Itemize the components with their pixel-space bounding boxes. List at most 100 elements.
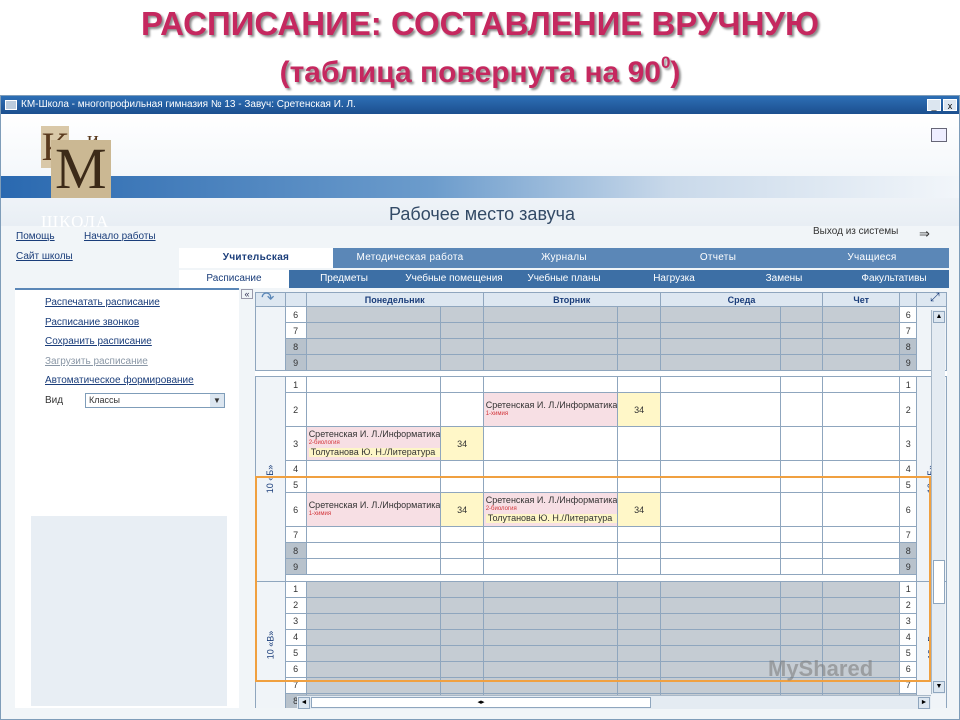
slot[interactable] xyxy=(822,542,901,559)
save-schedule-link[interactable]: Сохранить расписание xyxy=(45,336,152,347)
edit-icon[interactable] xyxy=(931,128,947,142)
slot[interactable] xyxy=(780,392,824,427)
slot[interactable] xyxy=(822,476,901,493)
slot[interactable] xyxy=(482,376,619,393)
slot[interactable] xyxy=(305,542,442,559)
slot[interactable] xyxy=(305,558,442,575)
slot[interactable] xyxy=(780,426,824,461)
slot[interactable] xyxy=(822,492,901,527)
collapse-button[interactable]: « xyxy=(241,289,253,299)
room-cell[interactable]: 34 xyxy=(440,492,484,527)
slot[interactable] xyxy=(617,460,661,477)
slot[interactable] xyxy=(780,476,824,493)
slot[interactable] xyxy=(440,558,484,575)
slot[interactable] xyxy=(305,460,442,477)
slot[interactable] xyxy=(659,426,782,461)
slot[interactable] xyxy=(617,376,661,393)
slot[interactable] xyxy=(780,526,824,543)
slot[interactable] xyxy=(440,476,484,493)
slot[interactable] xyxy=(440,460,484,477)
room-cell[interactable]: 34 xyxy=(440,426,484,461)
slot[interactable] xyxy=(659,542,782,559)
auto-generate-link[interactable]: Автоматическое формирование xyxy=(45,375,194,386)
slot[interactable] xyxy=(659,460,782,477)
expand-icon[interactable]: ⤢ xyxy=(930,290,940,305)
slot[interactable] xyxy=(822,526,901,543)
vertical-scrollbar[interactable]: ▲ ▼ xyxy=(931,310,945,694)
tab-schedule[interactable]: Расписание xyxy=(179,270,289,288)
scroll-left-icon[interactable]: ◄ xyxy=(298,697,310,709)
slot[interactable] xyxy=(482,426,619,461)
slot[interactable] xyxy=(822,376,901,393)
tab-journals[interactable]: Журналы xyxy=(487,248,641,268)
exit-link[interactable]: Выход из системы xyxy=(813,226,898,237)
slot[interactable] xyxy=(482,526,619,543)
slot[interactable] xyxy=(617,476,661,493)
slot[interactable] xyxy=(659,526,782,543)
exit-arrow-icon[interactable]: ⇒ xyxy=(919,226,930,242)
tab-load[interactable]: Нагрузка xyxy=(619,270,729,288)
view-select[interactable]: Классы ▼ xyxy=(85,393,225,408)
slot[interactable] xyxy=(659,492,782,527)
slot[interactable] xyxy=(440,542,484,559)
slot[interactable] xyxy=(440,392,484,427)
slot[interactable] xyxy=(305,392,442,427)
room-cell[interactable]: 34 xyxy=(617,392,661,427)
slot[interactable] xyxy=(617,426,661,461)
slot[interactable] xyxy=(659,558,782,575)
tab-substitutions[interactable]: Замены xyxy=(729,270,839,288)
bell-schedule-link[interactable]: Расписание звонков xyxy=(45,317,139,328)
slot[interactable] xyxy=(659,376,782,393)
slot[interactable] xyxy=(305,476,442,493)
slot[interactable] xyxy=(440,526,484,543)
slot[interactable] xyxy=(822,392,901,427)
slot[interactable] xyxy=(822,460,901,477)
slot[interactable] xyxy=(440,376,484,393)
slot[interactable] xyxy=(780,492,824,527)
tab-electives[interactable]: Факультативы xyxy=(839,270,949,288)
slot[interactable] xyxy=(482,542,619,559)
hscroll-thumb[interactable]: ◂▸ xyxy=(311,697,651,708)
print-schedule-link[interactable]: Распечатать расписание xyxy=(45,297,160,308)
horizontal-scrollbar[interactable]: ◄ ◂▸ ► xyxy=(297,695,931,709)
slot[interactable] xyxy=(305,376,442,393)
lesson-cell[interactable]: Сретенская И. Л./Информатика 1-химия xyxy=(482,392,619,427)
scroll-thumb[interactable] xyxy=(933,560,945,604)
tab-curricula[interactable]: Учебные планы xyxy=(509,270,619,288)
slot[interactable] xyxy=(822,558,901,575)
tab-reports[interactable]: Отчеты xyxy=(641,248,795,268)
lesson-cell[interactable]: Сретенская И. Л./Информатика 2-биология То… xyxy=(482,492,619,527)
day-header-thu[interactable]: Чет xyxy=(822,292,901,307)
scroll-up-icon[interactable]: ▲ xyxy=(933,311,945,323)
lesson-cell-second[interactable]: Толутанова Ю. Н./Литература xyxy=(485,514,617,523)
slot[interactable] xyxy=(659,476,782,493)
school-site-link[interactable]: Сайт школы xyxy=(16,251,73,262)
minimize-button[interactable]: _ xyxy=(927,99,941,111)
lesson-cell[interactable]: Сретенская И. Л./Информатика 1-химия xyxy=(305,492,442,527)
slot[interactable] xyxy=(617,542,661,559)
scroll-down-icon[interactable]: ▼ xyxy=(933,681,945,693)
room-cell[interactable]: 34 xyxy=(617,492,661,527)
help-link[interactable]: Помощь xyxy=(16,231,55,242)
slot[interactable] xyxy=(482,558,619,575)
start-link[interactable]: Начало работы xyxy=(84,231,156,242)
slot[interactable] xyxy=(617,526,661,543)
tab-subjects[interactable]: Предметы xyxy=(289,270,399,288)
tab-teachers-room[interactable]: Учительская xyxy=(179,248,333,268)
close-button[interactable]: x xyxy=(943,99,957,111)
tab-students[interactable]: Учащиеся xyxy=(795,248,949,268)
chevron-down-icon[interactable]: ▼ xyxy=(210,394,224,407)
slot[interactable] xyxy=(659,392,782,427)
slot[interactable] xyxy=(780,376,824,393)
slot[interactable] xyxy=(780,542,824,559)
slot[interactable] xyxy=(482,460,619,477)
day-header-wed[interactable]: Среда xyxy=(659,292,824,307)
slot[interactable] xyxy=(482,476,619,493)
slot[interactable] xyxy=(617,558,661,575)
slot[interactable] xyxy=(780,460,824,477)
tab-rooms[interactable]: Учебные помещения xyxy=(399,270,509,288)
slot[interactable] xyxy=(780,558,824,575)
lesson-cell[interactable]: Сретенская И. Л./Информатика 2-биология То… xyxy=(305,426,442,461)
day-header-mon[interactable]: Понедельник xyxy=(305,292,484,307)
slot[interactable] xyxy=(305,526,442,543)
